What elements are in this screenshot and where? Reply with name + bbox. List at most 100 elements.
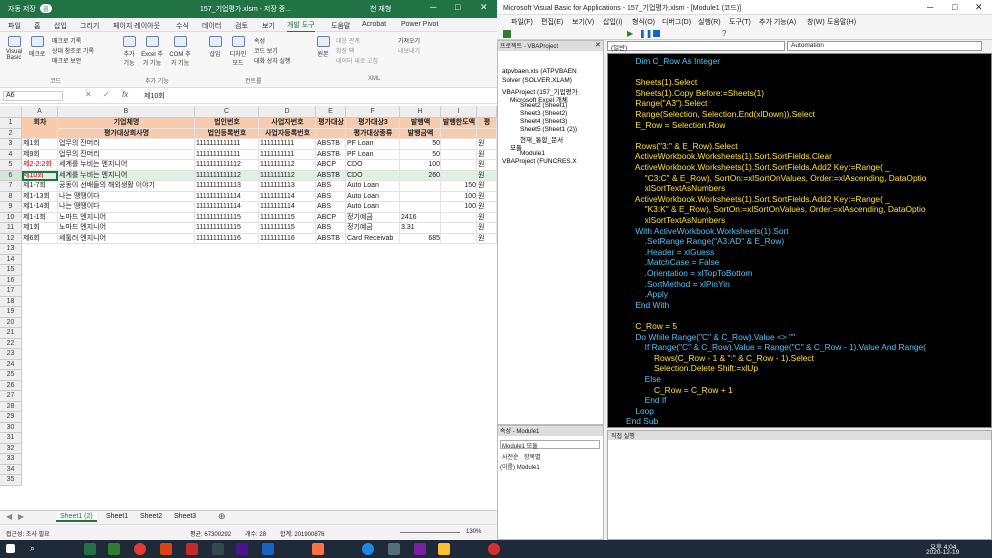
table-cell[interactable]: 업무의 잔머리 bbox=[58, 139, 195, 150]
header-cell[interactable]: 발행한도액 bbox=[441, 118, 477, 129]
tab-home[interactable]: 홈 bbox=[34, 21, 40, 31]
sheet-tab[interactable]: Sheet1 bbox=[102, 513, 132, 520]
property-name-row[interactable]: (이름) Module1 bbox=[500, 462, 540, 471]
menu-help[interactable]: 도움말(H) bbox=[827, 17, 856, 27]
table-cell[interactable]: 세계를 누비는 엔지니어 bbox=[58, 160, 195, 171]
edge-icon[interactable] bbox=[362, 543, 374, 555]
code-line[interactable]: Loop bbox=[626, 406, 654, 416]
table-cell[interactable]: 50 bbox=[400, 149, 441, 160]
table-cell[interactable]: PF Loan bbox=[346, 139, 400, 150]
map-properties-button[interactable]: 대응 관계 bbox=[336, 36, 360, 45]
table-cell[interactable]: 1111111115 bbox=[259, 223, 316, 234]
table-cell[interactable]: Auto Loan bbox=[346, 191, 400, 202]
excel-taskbar-icon[interactable] bbox=[84, 543, 96, 555]
zoom-slider[interactable] bbox=[400, 532, 460, 533]
macro-security-button[interactable]: 매크로 보안 bbox=[52, 56, 81, 65]
table-cell[interactable]: 1111111111 bbox=[259, 139, 316, 150]
col-header[interactable]: C bbox=[195, 106, 259, 118]
table-cell[interactable]: 제1-13회 bbox=[22, 191, 58, 202]
code-line[interactable]: End If bbox=[626, 395, 667, 405]
row-header[interactable]: 23 bbox=[0, 349, 22, 360]
row-header[interactable]: 9 bbox=[0, 202, 22, 213]
table-cell[interactable] bbox=[400, 202, 441, 213]
table-cell[interactable]: 1111111111115 bbox=[195, 212, 259, 223]
header-cell[interactable]: 발행액 bbox=[400, 118, 441, 129]
cancel-icon[interactable]: ✕ bbox=[85, 90, 92, 99]
col-header[interactable] bbox=[477, 106, 497, 118]
row-header[interactable]: 19 bbox=[0, 307, 22, 318]
table-cell[interactable]: 1111111111112 bbox=[195, 160, 259, 171]
user-name[interactable]: 천 재형 bbox=[370, 4, 391, 14]
table-cell[interactable]: 원 bbox=[477, 160, 497, 171]
chrome-icon[interactable] bbox=[134, 543, 146, 555]
row-header[interactable]: 14 bbox=[0, 254, 22, 265]
col-header[interactable]: B bbox=[58, 106, 195, 118]
code-line[interactable]: xlSortTextAsNumbers bbox=[626, 215, 726, 225]
tree-item[interactable]: Sheet3 (Sheet2) bbox=[520, 110, 567, 117]
code-line[interactable]: End Sub bbox=[626, 416, 658, 426]
table-cell[interactable]: 1111111111114 bbox=[195, 191, 259, 202]
row-header[interactable]: 13 bbox=[0, 244, 22, 255]
table-cell[interactable]: 100 bbox=[441, 202, 477, 213]
code-line[interactable]: Range("A3").Select bbox=[626, 98, 707, 108]
search-icon[interactable]: ⌕ bbox=[30, 543, 35, 554]
header-cell[interactable] bbox=[22, 128, 58, 139]
view-code-button[interactable]: 코드 보기 bbox=[254, 46, 278, 55]
header-cell[interactable]: 평가대상 bbox=[316, 118, 346, 129]
table-cell[interactable]: ABS bbox=[316, 223, 346, 234]
header-cell[interactable] bbox=[441, 128, 477, 139]
record-icon[interactable] bbox=[488, 543, 500, 555]
record-macro-button[interactable]: 매크로 기록 bbox=[52, 36, 81, 45]
name-box[interactable]: A6 bbox=[3, 91, 63, 101]
code-line[interactable]: ActiveWorkbook.Worksheets(1).Sort.SortFi… bbox=[626, 162, 890, 172]
procedure-combo[interactable]: Automation bbox=[787, 41, 982, 51]
code-line[interactable]: Else bbox=[626, 374, 661, 384]
table-cell[interactable]: 260 bbox=[400, 170, 441, 181]
table-cell[interactable] bbox=[441, 139, 477, 150]
code-line[interactable]: Sheets(1).Select bbox=[626, 77, 697, 87]
tree-item[interactable]: Solver (SOLVER.XLAM) bbox=[502, 77, 572, 84]
table-cell[interactable]: 원 bbox=[477, 202, 497, 213]
app-icon[interactable] bbox=[108, 543, 120, 555]
table-cell[interactable]: 제9회 bbox=[22, 149, 58, 160]
app-icon[interactable] bbox=[212, 543, 224, 555]
col-header[interactable]: D bbox=[259, 106, 316, 118]
table-cell[interactable]: 제6회 bbox=[22, 233, 58, 244]
excel-icon[interactable] bbox=[503, 30, 511, 38]
col-header[interactable]: H bbox=[400, 106, 441, 118]
premiere-icon[interactable] bbox=[236, 543, 248, 555]
table-cell[interactable]: 노마드 엔지니어 bbox=[58, 212, 195, 223]
col-header[interactable]: I bbox=[441, 106, 477, 118]
code-line[interactable]: Dim C_Row As Integer bbox=[626, 56, 720, 66]
table-cell[interactable]: 1111111112 bbox=[259, 160, 316, 171]
table-cell[interactable] bbox=[400, 181, 441, 192]
table-cell[interactable]: 원 bbox=[477, 233, 497, 244]
col-header[interactable]: E bbox=[316, 106, 346, 118]
table-cell[interactable]: 150 bbox=[441, 181, 477, 192]
table-cell[interactable]: 원 bbox=[477, 149, 497, 160]
table-cell[interactable]: ABSTB bbox=[316, 170, 346, 181]
pause-icon[interactable]: ❚❚ bbox=[639, 29, 652, 38]
tree-item[interactable]: Sheet5 (Sheet1 (2)) bbox=[520, 126, 577, 133]
tree-item[interactable]: VBAProject (FUNCRES.X bbox=[502, 158, 577, 165]
table-cell[interactable]: 1111111111114 bbox=[195, 202, 259, 213]
onenote-icon[interactable] bbox=[414, 543, 426, 555]
menu-file[interactable]: 파일(F) bbox=[511, 17, 533, 27]
tab-acrobat[interactable]: Acrobat bbox=[362, 21, 386, 28]
table-cell[interactable]: 원 bbox=[477, 170, 497, 181]
vba-minimize-icon[interactable]: ─ bbox=[927, 2, 933, 12]
row-header[interactable]: 2 bbox=[0, 128, 22, 139]
code-line[interactable]: Rows(C_Row - 1 & ":" & C_Row - 1).Select bbox=[626, 353, 814, 363]
tab-review[interactable]: 검토 bbox=[235, 21, 248, 31]
row-header[interactable]: 28 bbox=[0, 401, 22, 412]
tab-power-pivot[interactable]: Power Pivot bbox=[401, 21, 438, 28]
run-icon[interactable]: ▶ bbox=[627, 29, 633, 38]
row-header[interactable]: 5 bbox=[0, 160, 22, 171]
code-line[interactable]: With ActiveWorkbook.Worksheets(1).Sort bbox=[626, 226, 788, 236]
table-cell[interactable]: 공동이 선배들의 해외생활 이야기 bbox=[58, 181, 195, 192]
tab-view[interactable]: 보기 bbox=[262, 21, 275, 31]
enter-icon[interactable]: ✓ bbox=[103, 90, 110, 99]
menu-addins[interactable]: 추가 기능(A) bbox=[759, 17, 796, 27]
table-cell[interactable]: 원 bbox=[477, 191, 497, 202]
table-cell[interactable]: Auto Loan bbox=[346, 202, 400, 213]
